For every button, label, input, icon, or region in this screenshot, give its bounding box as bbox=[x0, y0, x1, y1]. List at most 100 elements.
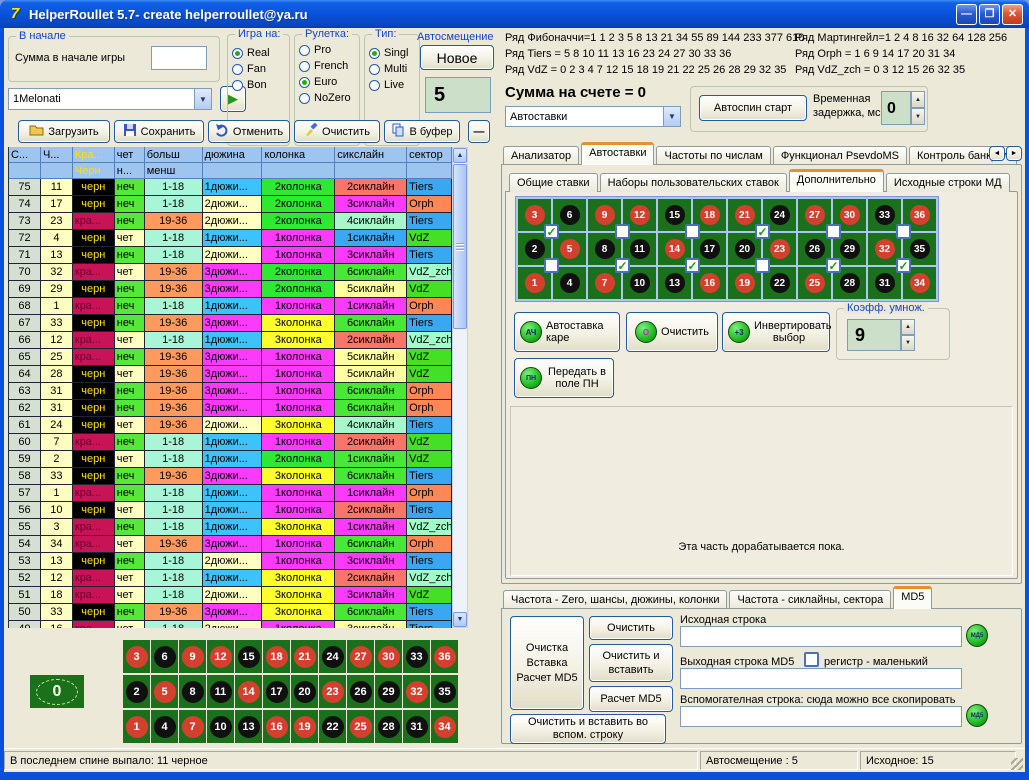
board-number-cell[interactable]: 19 bbox=[291, 710, 318, 743]
spin-up-icon[interactable]: ▲ bbox=[911, 91, 925, 108]
corner-bet-checkbox[interactable]: ✓ bbox=[544, 224, 559, 239]
table-row[interactable]: 6231черннеч19-363дюжи...1колонка6сиклайн… bbox=[9, 400, 452, 417]
board-number-cell[interactable]: 16 bbox=[263, 710, 290, 743]
board-number-cell[interactable]: 21 bbox=[291, 640, 318, 673]
register-checkbox[interactable] bbox=[804, 652, 819, 667]
board-number-cell[interactable]: 13 bbox=[235, 710, 262, 743]
board-number-cell[interactable]: 29 bbox=[375, 675, 402, 708]
board-number-cell[interactable]: 15 bbox=[235, 640, 262, 673]
table-row[interactable]: 7113черннеч1-182дюжи...1колонка3сиклайнT… bbox=[9, 247, 452, 264]
sub-tab-3[interactable]: Дополнительно bbox=[789, 169, 884, 192]
spin-down-icon[interactable]: ▼ bbox=[901, 335, 915, 351]
board-number-cell[interactable]: 5 bbox=[151, 675, 178, 708]
md5-clear-paste-aux-button[interactable]: Очистить и вставить во вспом. строку bbox=[510, 714, 666, 744]
corner-bet-checkbox[interactable] bbox=[615, 224, 630, 239]
md5-clear-paste-button[interactable]: Очистить и вставить bbox=[589, 644, 673, 682]
board-number-cell[interactable]: 22 bbox=[319, 710, 346, 743]
bottom-tab-2[interactable]: Частота - сиклайны, сектора bbox=[729, 590, 891, 609]
autobet-kare-button[interactable]: АЧ Автоставка каре bbox=[514, 312, 620, 352]
table-row[interactable]: 6124чернчет19-362дюжи...3колонка4сиклайн… bbox=[9, 417, 452, 434]
bottom-tab-1[interactable]: Частота - Zero, шансы, дюжины, колонки bbox=[503, 590, 727, 609]
invert-selection-button[interactable]: +3 Инвертировать выбор bbox=[722, 312, 830, 352]
md5-aux-input[interactable] bbox=[680, 706, 962, 727]
board-number-cell[interactable]: 12 bbox=[207, 640, 234, 673]
radio-option-nozero[interactable]: NoZero bbox=[299, 92, 355, 104]
title-bar[interactable]: 7 HelperRoullet 5.7- create helperroulle… bbox=[0, 0, 1029, 28]
table-row[interactable]: 5313черннеч1-182дюжи...1колонка3сиклайнT… bbox=[9, 553, 452, 570]
main-tab-3[interactable]: Частоты по числам bbox=[656, 146, 770, 165]
table-row[interactable]: 6929черннеч19-363дюжи...2колонка5сиклайн… bbox=[9, 281, 452, 298]
toolbar-button-2[interactable]: Сохранить bbox=[114, 120, 204, 143]
board-number-cell[interactable]: 32 bbox=[403, 675, 430, 708]
board-number-cell[interactable]: 1 bbox=[123, 710, 150, 743]
board-number-cell[interactable]: 31 bbox=[403, 710, 430, 743]
table-row[interactable]: 4916кра...чет1-182дюжи...1колонка3сиклай… bbox=[9, 621, 452, 628]
corner-bet-checkbox[interactable]: ✓ bbox=[685, 258, 700, 273]
board-number-cell[interactable]: 10 bbox=[207, 710, 234, 743]
board-number-cell[interactable]: 6 bbox=[151, 640, 178, 673]
board-number-cell[interactable]: 26 bbox=[347, 675, 374, 708]
md5-run-icon-button[interactable]: МД5 bbox=[966, 624, 988, 647]
spin-up-icon[interactable]: ▲ bbox=[901, 319, 915, 335]
md5-aux-run-icon-button[interactable]: МД5 bbox=[966, 704, 988, 727]
tabs-scroll-left-icon[interactable]: ◄ bbox=[989, 146, 1005, 161]
table-row[interactable]: 607кра...неч1-181дюжи...1колонка2сиклайн… bbox=[9, 434, 452, 451]
board-number-cell[interactable]: 3 bbox=[123, 640, 150, 673]
corner-bet-checkbox[interactable] bbox=[685, 224, 700, 239]
board-number-cell[interactable]: 34 bbox=[431, 710, 458, 743]
table-row[interactable]: 681кра...неч1-181дюжи...1колонка1сиклайн… bbox=[9, 298, 452, 315]
table-row[interactable]: 5610чернчет1-181дюжи...1колонка2сиклайнT… bbox=[9, 502, 452, 519]
transfer-to-pn-button[interactable]: ПН Передать в поле ПН bbox=[514, 358, 614, 398]
board-number-cell[interactable]: 18 bbox=[263, 640, 290, 673]
chevron-down-icon[interactable]: ▼ bbox=[663, 107, 680, 126]
radio-option-singl[interactable]: Singl bbox=[369, 47, 415, 59]
radio-option-live[interactable]: Live bbox=[369, 79, 415, 91]
corner-bet-checkbox[interactable]: ✓ bbox=[896, 258, 911, 273]
table-row[interactable]: 6733черннеч19-363дюжи...3колонка6сиклайн… bbox=[9, 315, 452, 332]
profile-combo[interactable]: 1Melonati ▼ bbox=[8, 88, 212, 110]
corner-bet-checkbox[interactable] bbox=[544, 258, 559, 273]
md5-calc-button[interactable]: Расчет MD5 bbox=[589, 686, 673, 712]
table-row[interactable]: 5434кра...чет19-363дюжи...1колонка6сикла… bbox=[9, 536, 452, 553]
board-number-cell[interactable]: 9 bbox=[179, 640, 206, 673]
table-row[interactable]: 6525кра...неч19-363дюжи...1колонка5сикла… bbox=[9, 349, 452, 366]
corner-bet-checkbox[interactable]: ✓ bbox=[615, 258, 630, 273]
md5-clear-button[interactable]: Очистить bbox=[589, 616, 673, 640]
board-number-cell[interactable]: 36 bbox=[431, 640, 458, 673]
radio-option-french[interactable]: French bbox=[299, 60, 355, 72]
resize-grip[interactable] bbox=[1011, 758, 1023, 770]
table-row[interactable]: 5833черннеч19-363дюжи...3колонка6сиклайн… bbox=[9, 468, 452, 485]
board-number-cell[interactable]: 23 bbox=[319, 675, 346, 708]
autobets-combo[interactable]: Автоставки ▼ bbox=[505, 106, 681, 127]
chevron-down-icon[interactable]: ▼ bbox=[194, 89, 211, 109]
table-row[interactable]: 7032кра...чет19-363дюжи...2колонка6сикла… bbox=[9, 264, 452, 281]
corner-bet-checkbox[interactable]: ✓ bbox=[826, 258, 841, 273]
minimize-button[interactable]: — bbox=[956, 4, 977, 25]
board-number-cell[interactable]: 20 bbox=[291, 675, 318, 708]
radio-option-fan[interactable]: Fan bbox=[232, 63, 285, 75]
corner-bet-checkbox[interactable] bbox=[826, 224, 841, 239]
toolbar-button-6[interactable]: — bbox=[468, 120, 490, 143]
clear-selection-button[interactable]: О Очистить bbox=[626, 312, 718, 352]
table-row[interactable]: 5212кра...чет1-181дюжи...3колонка2сиклай… bbox=[9, 570, 452, 587]
board-number-cell[interactable]: 14 bbox=[235, 675, 262, 708]
table-row[interactable]: 7417черннеч1-182дюжи...2колонка3сиклайнO… bbox=[9, 196, 452, 213]
main-tab-1[interactable]: Анализатор bbox=[503, 146, 579, 165]
corner-bet-checkbox[interactable] bbox=[755, 258, 770, 273]
close-button[interactable]: ✕ bbox=[1002, 4, 1023, 25]
board-number-cell[interactable]: 4 bbox=[151, 710, 178, 743]
board-number-cell[interactable]: 28 bbox=[375, 710, 402, 743]
scroll-down-icon[interactable]: ▼ bbox=[453, 612, 467, 627]
sub-tab-2[interactable]: Наборы пользовательских ставок bbox=[600, 173, 787, 192]
table-row[interactable]: 7511черннеч1-181дюжи...2колонка2сиклайнT… bbox=[9, 179, 452, 196]
table-row[interactable]: 5118кра...чет1-182дюжи...3колонка3сиклай… bbox=[9, 587, 452, 604]
table-row[interactable]: 592чернчет1-181дюжи...2колонка1сиклайнVd… bbox=[9, 451, 452, 468]
board-number-cell[interactable]: 27 bbox=[347, 640, 374, 673]
board-number-cell[interactable]: 25 bbox=[347, 710, 374, 743]
autospin-start-button[interactable]: Автоспин старт bbox=[699, 95, 807, 121]
board-number-cell[interactable]: 33 bbox=[403, 640, 430, 673]
md5-output-input[interactable] bbox=[680, 668, 962, 689]
table-row[interactable]: 6428чернчет19-363дюжи...1колонка5сиклайн… bbox=[9, 366, 452, 383]
main-tab-4[interactable]: Функционал PsevdoMS bbox=[773, 146, 907, 165]
sub-tab-4[interactable]: Исходные строки МД bbox=[886, 173, 1010, 192]
